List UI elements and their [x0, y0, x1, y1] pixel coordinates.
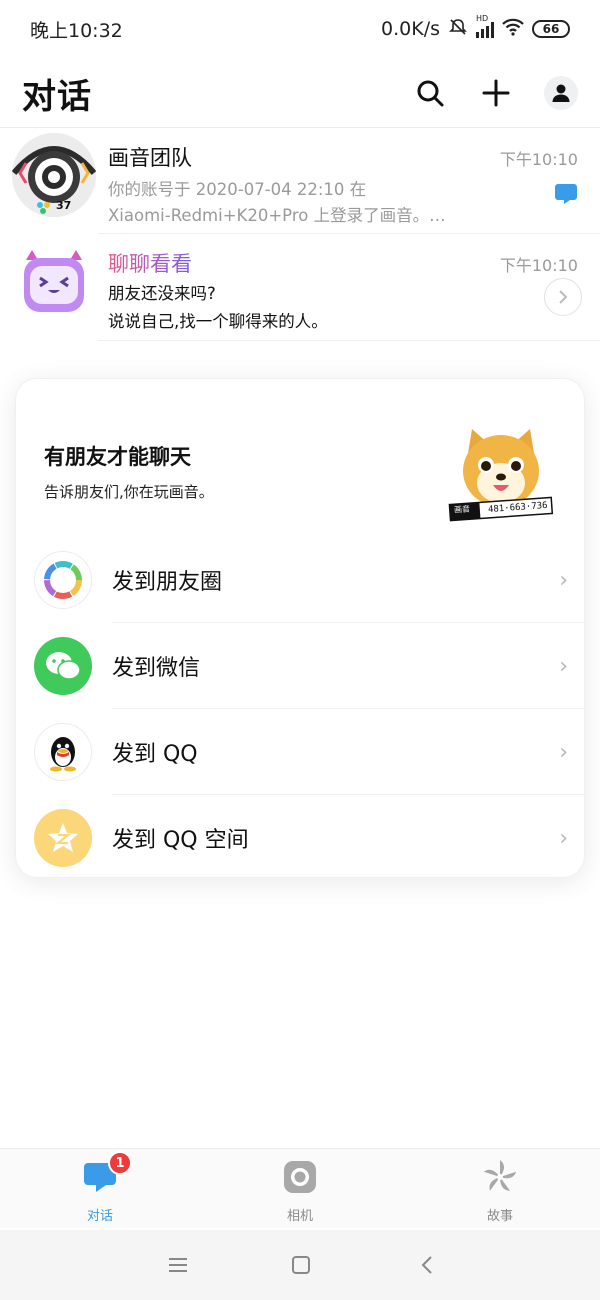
chevron-right-icon: › — [559, 567, 568, 593]
camera-icon — [280, 1157, 320, 1197]
share-to-qq-button[interactable]: 发到 QQ › — [16, 709, 586, 795]
conversation-divider — [98, 340, 600, 341]
moments-icon — [34, 551, 92, 609]
signal-icon: HD — [476, 14, 494, 38]
chevron-right-icon: › — [559, 653, 568, 679]
conversation-preview-line1: 你的账号于 2020-07-04 22:10 在 — [108, 180, 367, 199]
conversation-name: 画音团队 — [108, 146, 192, 170]
tab-label: 相机 — [286, 1209, 313, 1224]
hd-label: HD — [476, 14, 489, 23]
share-label: 发到 QQ — [112, 742, 198, 767]
bottom-tab-bar: 1 对话 相机 故事 — [0, 1148, 600, 1228]
page-title: 对话 — [22, 76, 92, 117]
dog-tag-brand: 画音 — [453, 504, 471, 515]
wifi-icon — [502, 18, 524, 41]
avatar: 37 — [12, 133, 96, 217]
avatar-badge-number: 37 — [56, 199, 72, 212]
chevron-right-icon[interactable] — [544, 278, 582, 316]
tab-camera[interactable]: 相机 — [240, 1157, 360, 1224]
home-icon[interactable] — [286, 1252, 316, 1278]
header: 对话 — [0, 60, 600, 126]
tab-label: 故事 — [486, 1209, 513, 1224]
chevron-right-icon: › — [559, 739, 568, 765]
conversation-time: 下午10:10 — [499, 150, 578, 169]
conversation-preview-line1: 朋友还没来吗? — [108, 284, 216, 303]
share-to-qzone-button[interactable]: 发到 QQ 空间 › — [16, 795, 586, 881]
qzone-icon — [34, 809, 92, 867]
share-label: 发到朋友圈 — [112, 570, 223, 595]
back-icon[interactable] — [412, 1252, 442, 1278]
conversation-name: 聊聊看看 — [108, 248, 192, 278]
share-card-subtitle: 告诉朋友们,你在玩画音。 — [44, 483, 214, 501]
unread-badge: 1 — [108, 1151, 132, 1175]
conversation-item[interactable]: 37 画音团队 下午10:10 你的账号于 2020-07-04 22:10 在… — [0, 128, 600, 234]
chevron-right-icon: › — [559, 825, 568, 851]
conversation-item[interactable]: 聊聊看看 下午10:10 朋友还没来吗? 说说自己,找一个聊得来的人。 — [0, 234, 600, 342]
status-time: 晚上10:32 — [30, 19, 123, 42]
tab-chat[interactable]: 1 对话 — [40, 1151, 160, 1224]
share-to-moments-button[interactable]: 发到朋友圈 › — [16, 537, 586, 623]
share-label: 发到 QQ 空间 — [112, 828, 249, 853]
chat-icon: 1 — [80, 1151, 132, 1197]
profile-icon[interactable] — [544, 76, 578, 110]
mute-icon — [448, 17, 468, 42]
tab-label: 对话 — [86, 1209, 113, 1224]
pinwheel-icon — [480, 1157, 520, 1197]
status-bar: 晚上10:32 0.0K/s HD 66 — [0, 0, 600, 58]
status-icons: 0.0K/s HD 66 — [381, 14, 570, 42]
battery-icon: 66 — [532, 20, 570, 38]
qq-icon — [34, 723, 92, 781]
network-speed: 0.0K/s — [381, 18, 440, 40]
conversation-time: 下午10:10 — [499, 256, 578, 275]
share-to-wechat-button[interactable]: 发到微信 › — [16, 623, 586, 709]
wechat-icon — [34, 637, 92, 695]
message-bubble-icon — [554, 182, 578, 210]
share-card-title: 有朋友才能聊天 — [44, 445, 191, 469]
search-icon[interactable] — [412, 75, 448, 111]
menu-icon[interactable] — [163, 1252, 193, 1278]
share-label: 发到微信 — [112, 656, 201, 681]
system-navigation-bar — [0, 1230, 600, 1300]
shiba-dog-illustration: 画音 481·663·736 — [446, 423, 556, 523]
tab-story[interactable]: 故事 — [440, 1157, 560, 1224]
plus-icon[interactable] — [478, 75, 514, 111]
share-card: 有朋友才能聊天 告诉朋友们,你在玩画音。 画音 481·663·736 发到朋友… — [15, 378, 586, 881]
conversation-preview-line2: Xiaomi-Redmi+K20+Pro 上登录了画音。… — [108, 206, 446, 225]
avatar — [18, 246, 90, 318]
conversation-preview-line2: 说说自己,找一个聊得来的人。 — [108, 312, 328, 331]
